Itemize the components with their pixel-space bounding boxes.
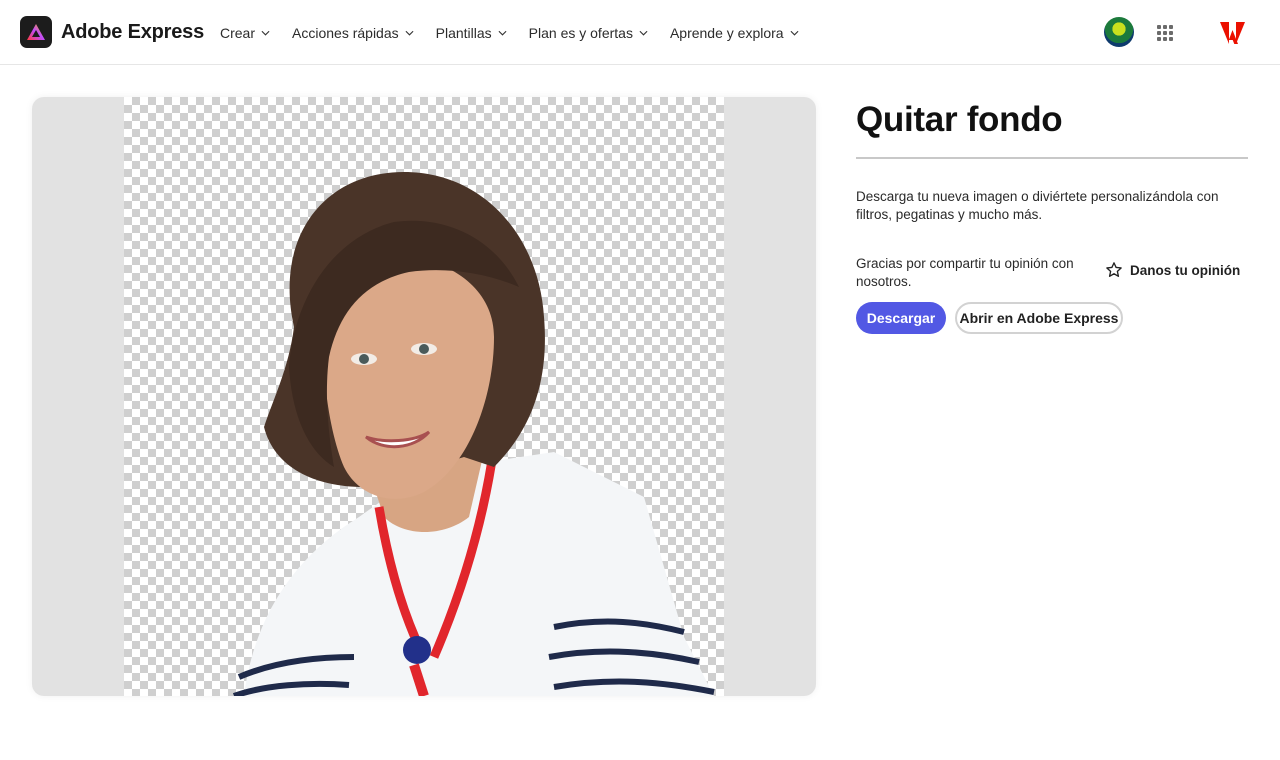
nav-item-label: Acciones rápidas bbox=[292, 24, 399, 41]
top-navigation-bar: Adobe Express Crear Acciones rápidas Pla… bbox=[0, 0, 1280, 65]
star-icon bbox=[1106, 262, 1122, 277]
user-avatar[interactable] bbox=[1104, 17, 1134, 47]
feedback-label: Danos tu opinión bbox=[1130, 262, 1241, 278]
chevron-down-icon bbox=[639, 30, 648, 36]
chevron-down-icon bbox=[405, 30, 414, 36]
nav-item-crear[interactable]: Crear bbox=[220, 25, 270, 41]
adobe-logo-icon[interactable] bbox=[1220, 22, 1245, 44]
image-preview bbox=[32, 97, 816, 696]
nav-item-label: Crear bbox=[220, 24, 256, 41]
nav-item-acciones-rapidas[interactable]: Acciones rápidas bbox=[292, 25, 414, 41]
page-title: Quitar fondo bbox=[856, 100, 1063, 139]
adobe-express-logo-icon bbox=[20, 16, 52, 48]
main-nav: Crear Acciones rápidas Plantillas Plan e… bbox=[220, 0, 821, 65]
open-in-adobe-express-button[interactable]: Abrir en Adobe Express bbox=[955, 302, 1123, 334]
chevron-down-icon bbox=[790, 30, 799, 36]
app-grid-icon[interactable] bbox=[1157, 25, 1173, 41]
download-button[interactable]: Descargar bbox=[856, 302, 946, 334]
title-divider bbox=[856, 157, 1248, 159]
description-text: Descarga tu nueva imagen o diviértete pe… bbox=[856, 189, 1219, 222]
nav-item-aprende-explora[interactable]: Aprende y explora bbox=[670, 25, 799, 41]
nav-item-label: Plan es y ofertas bbox=[528, 24, 633, 41]
nav-item-label: Plantillas bbox=[435, 24, 492, 41]
chevron-down-icon bbox=[498, 30, 507, 36]
chevron-down-icon bbox=[261, 30, 270, 36]
brand-name: Adobe Express bbox=[61, 20, 205, 43]
adobe-express-home-link[interactable]: Adobe Express bbox=[20, 16, 204, 48]
nav-item-planes-ofertas[interactable]: Plan es y ofertas bbox=[529, 25, 648, 41]
feedback-button[interactable]: Danos tu opinión bbox=[1105, 261, 1240, 279]
thanks-text: Gracias por compartir tu opinión con nos… bbox=[856, 256, 1074, 289]
nav-item-plantillas[interactable]: Plantillas bbox=[436, 25, 507, 41]
nav-item-label: Aprende y explora bbox=[669, 24, 784, 41]
cutout-portrait-image bbox=[232, 172, 715, 696]
